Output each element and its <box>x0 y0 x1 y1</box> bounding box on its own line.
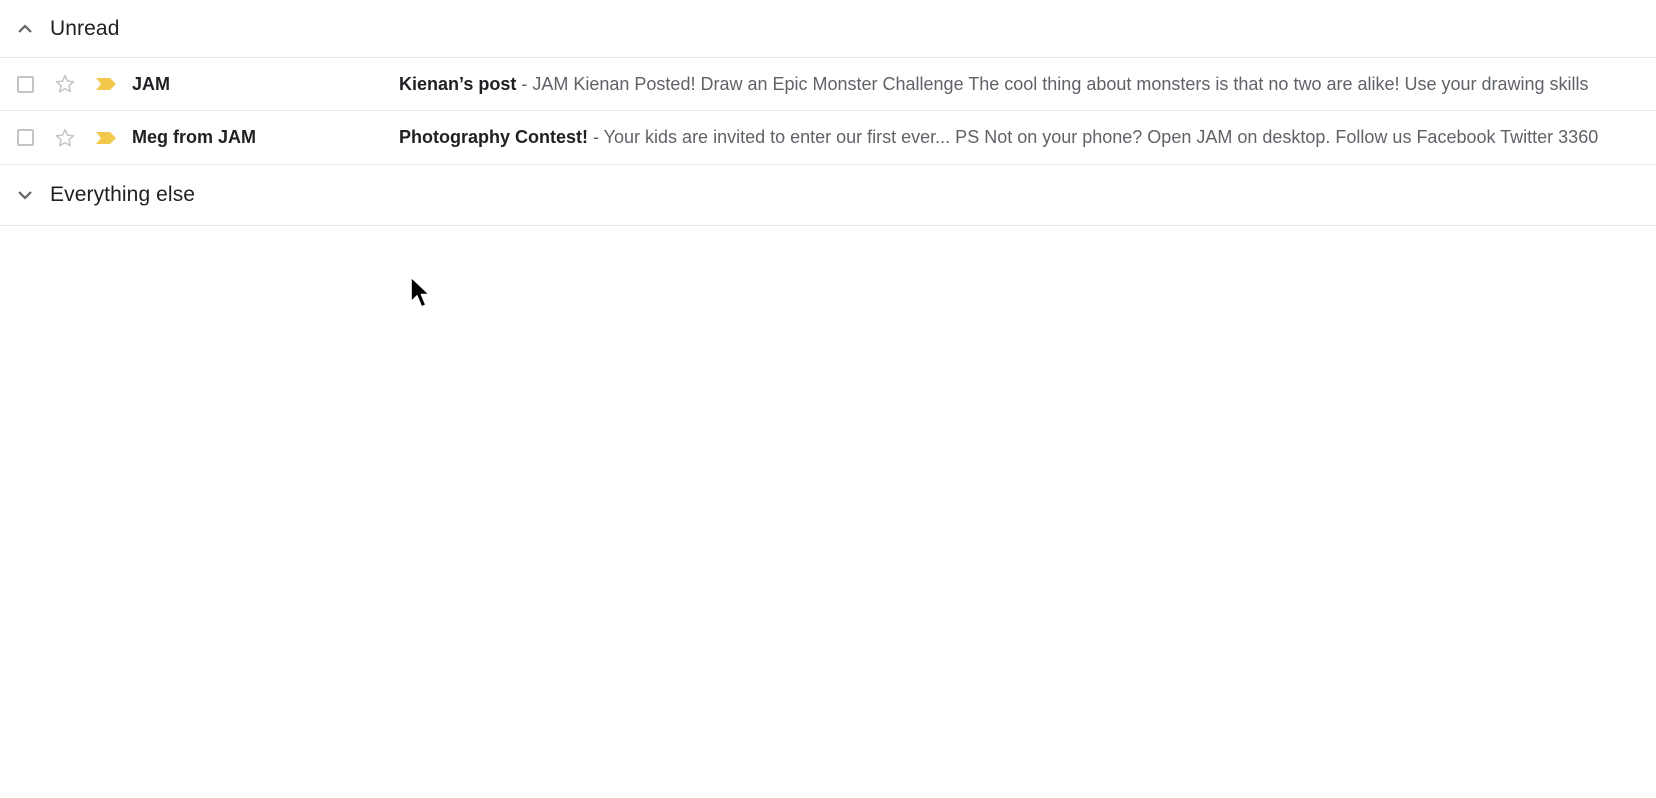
message-preview: Photography Contest! - Your kids are inv… <box>399 127 1656 148</box>
star-icon[interactable] <box>50 127 80 149</box>
star-icon[interactable] <box>50 73 80 95</box>
email-row[interactable]: JAM Kienan’s post - JAM Kienan Posted! D… <box>0 58 1656 111</box>
email-row[interactable]: Meg from JAM Photography Contest! - Your… <box>0 111 1656 165</box>
row-checkbox-cell[interactable] <box>0 75 50 93</box>
checkbox-icon[interactable] <box>16 129 34 146</box>
message-preview: Kienan’s post - JAM Kienan Posted! Draw … <box>399 74 1656 95</box>
mouse-pointer-icon <box>410 276 432 315</box>
message-subject: Kienan’s post <box>399 73 517 94</box>
sender-name: JAM <box>132 73 171 94</box>
subject-separator: - <box>516 73 533 94</box>
important-marker-icon[interactable] <box>80 76 132 92</box>
row-checkbox-cell[interactable] <box>0 129 50 146</box>
everything-else-section-header[interactable]: Everything else <box>0 165 1656 226</box>
unread-section-title: Unread <box>50 16 120 40</box>
chevron-up-icon[interactable] <box>0 23 50 34</box>
message-snippet: Your kids are invited to enter our first… <box>603 127 1599 147</box>
checkbox-icon[interactable] <box>16 75 34 93</box>
message-subject: Photography Contest! <box>399 127 588 147</box>
subject-separator: - <box>588 127 604 147</box>
message-snippet: JAM Kienan Posted! Draw an Epic Monster … <box>532 73 1589 94</box>
everything-else-section-title: Everything else <box>50 183 196 206</box>
chevron-down-icon[interactable] <box>0 190 50 200</box>
sender-name: Meg from JAM <box>132 127 257 147</box>
unread-section-header[interactable]: Unread <box>0 0 1656 58</box>
important-marker-icon[interactable] <box>80 130 132 146</box>
